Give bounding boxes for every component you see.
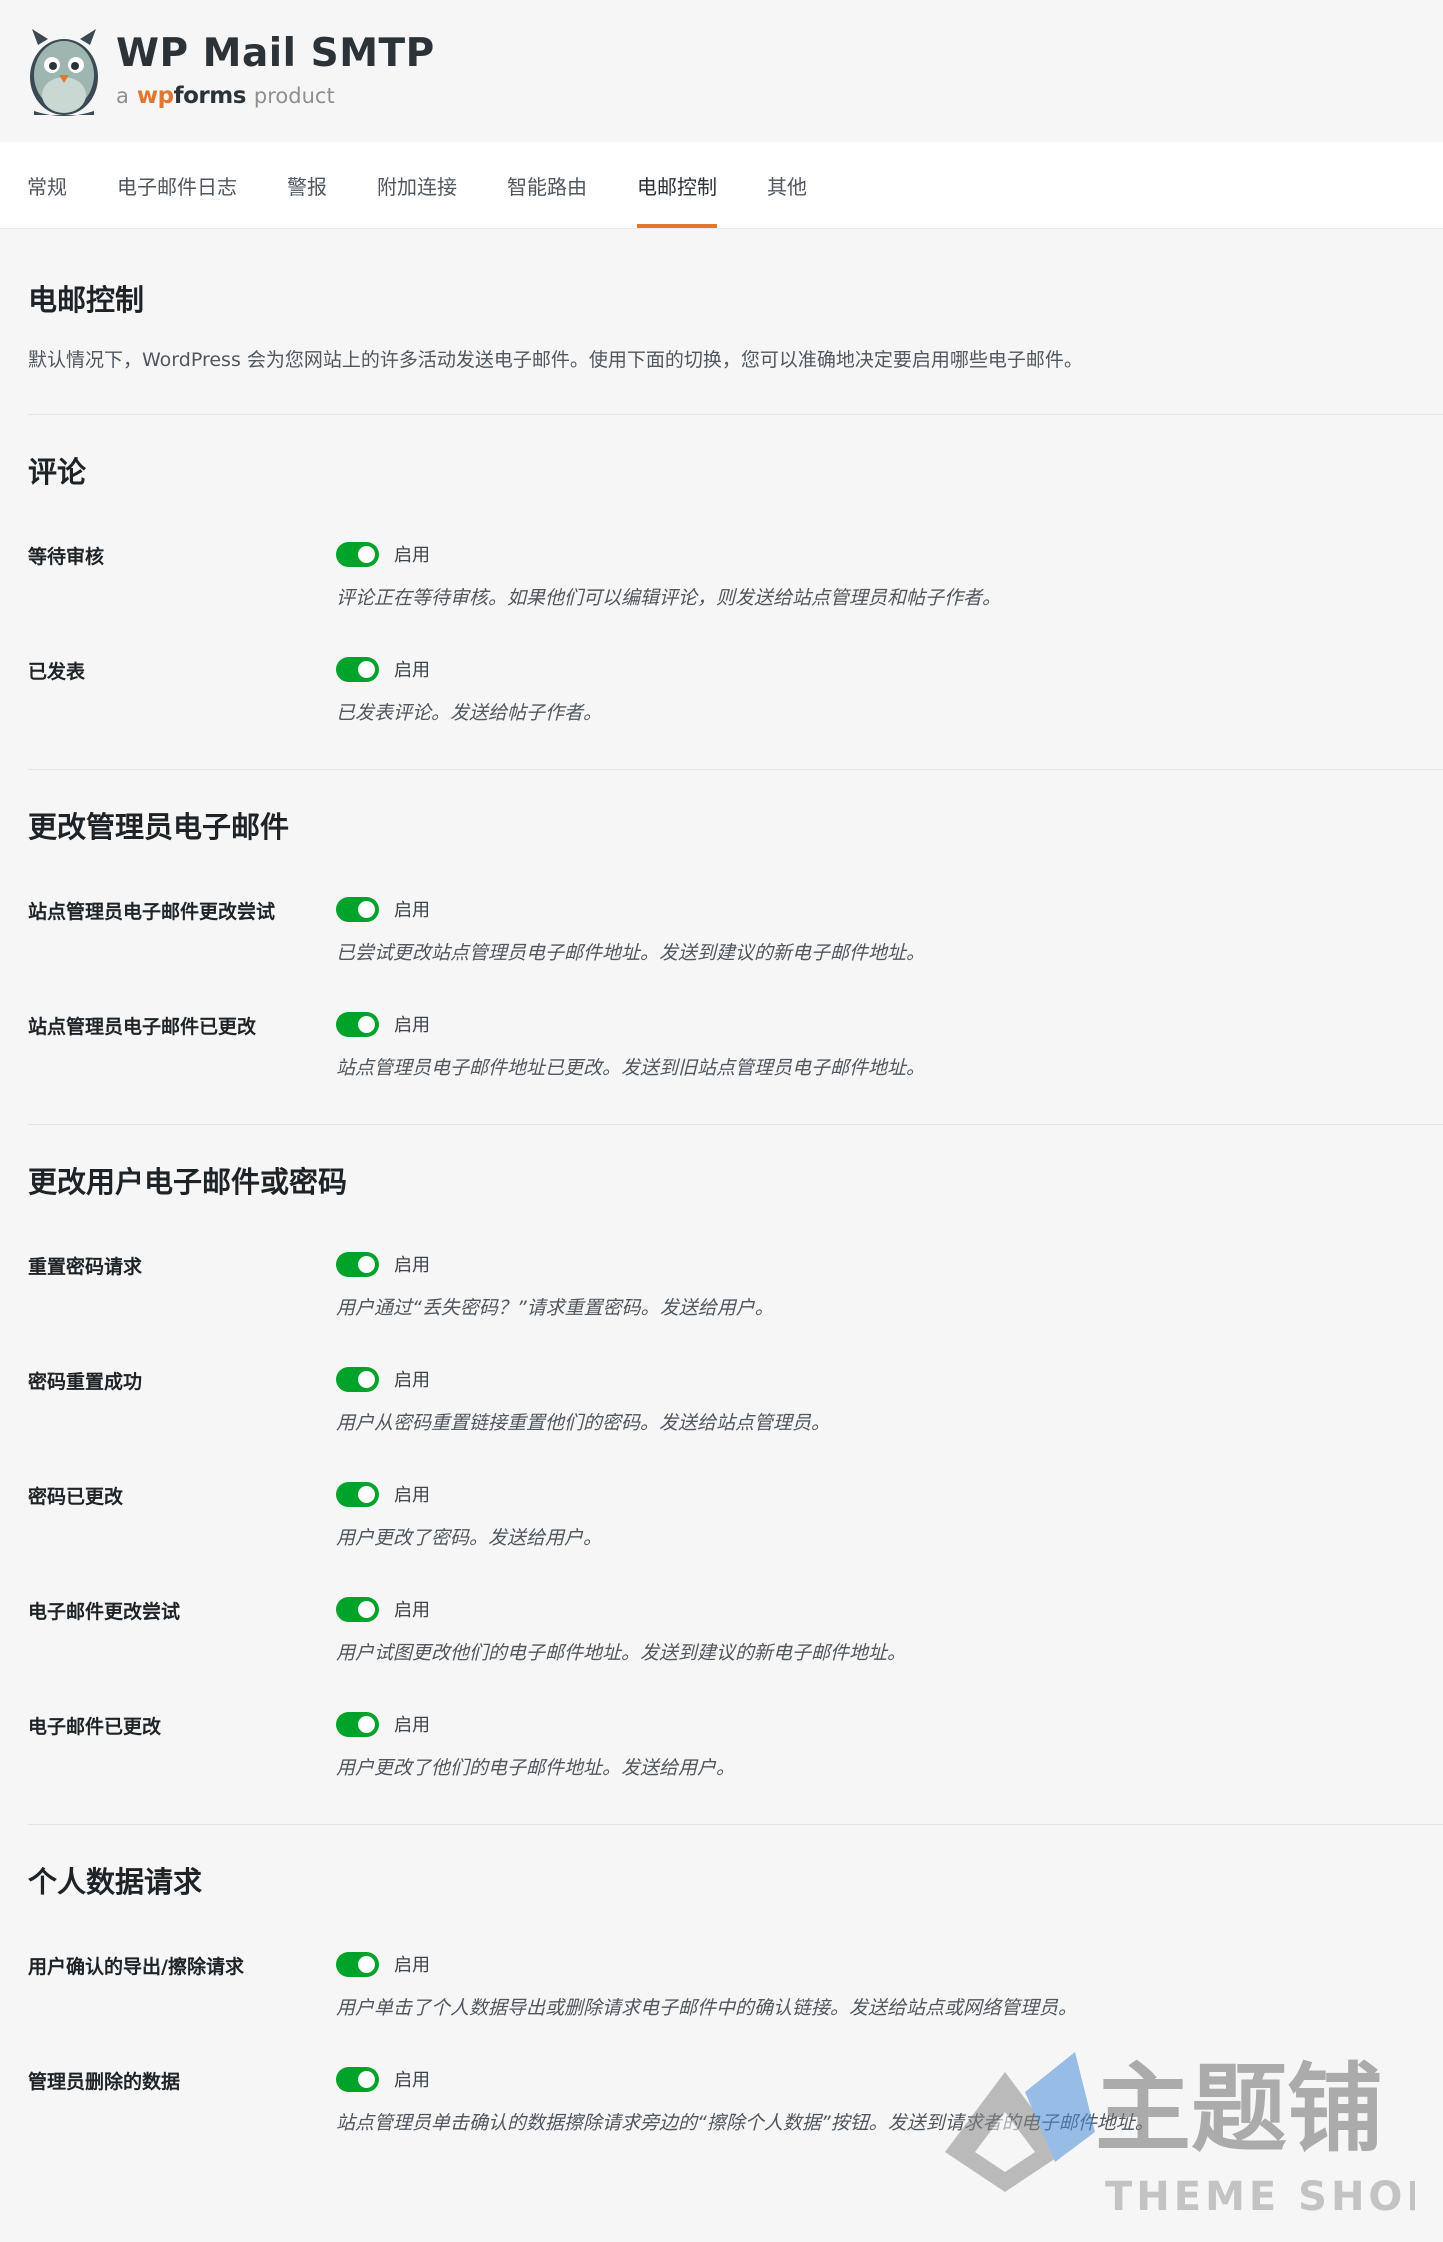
page-title: 电邮控制 xyxy=(28,283,145,317)
setting-row: 站点管理员电子邮件已更改 启用 站点管理员电子邮件地址已更改。发送到旧站点管理员… xyxy=(28,1011,1443,1080)
tab-email-controls[interactable]: 电邮控制 xyxy=(637,142,717,228)
tab-misc[interactable]: 其他 xyxy=(767,142,807,228)
enable-toggle[interactable] xyxy=(336,1951,379,1977)
section-title: 更改管理员电子邮件 xyxy=(28,810,290,844)
page-description: 默认情况下，WordPress 会为您网站上的许多活动发送电子邮件。使用下面的切… xyxy=(28,349,1083,371)
setting-description: 站点管理员电子邮件地址已更改。发送到旧站点管理员电子邮件地址。 xyxy=(336,1057,926,1079)
enable-toggle[interactable] xyxy=(336,896,379,922)
tab-email-log[interactable]: 电子邮件日志 xyxy=(117,142,237,228)
toggle-label: 启用 xyxy=(394,1015,430,1036)
section-title: 评论 xyxy=(28,455,87,489)
toggle-label: 启用 xyxy=(394,1715,430,1736)
tab-smart-routing[interactable]: 智能路由 xyxy=(507,142,587,228)
section-title: 个人数据请求 xyxy=(28,1865,203,1899)
toggle-label: 启用 xyxy=(394,1955,430,1976)
wpforms-wp: wp xyxy=(136,82,174,109)
main-content: 电邮控制 默认情况下，WordPress 会为您网站上的许多活动发送电子邮件。使… xyxy=(0,277,1443,2135)
setting-row: 站点管理员电子邮件更改尝试 启用 已尝试更改站点管理员电子邮件地址。发送到建议的… xyxy=(28,896,1443,965)
setting-label: 管理员删除的数据 xyxy=(28,2071,181,2093)
setting-row: 重置密码请求 启用 用户通过“丢失密码？”请求重置密码。发送给用户。 xyxy=(28,1251,1443,1320)
setting-label: 电子邮件已更改 xyxy=(28,1716,162,1738)
toggle-label: 启用 xyxy=(394,1255,430,1276)
tab-additional-connections[interactable]: 附加连接 xyxy=(377,142,457,228)
enable-toggle[interactable] xyxy=(336,2066,379,2092)
setting-description: 用户单击了个人数据导出或删除请求电子邮件中的确认链接。发送给站点或网络管理员。 xyxy=(336,1997,1078,2019)
watermark-en: THEME SHOP xyxy=(1105,2174,1415,2220)
setting-row: 密码重置成功 启用 用户从密码重置链接重置他们的密码。发送给站点管理员。 xyxy=(28,1366,1443,1435)
section-comments: 评论 等待审核 启用 评论正在等待审核。如果他们可以编辑评论，则发送给站点管理员… xyxy=(28,414,1443,725)
enable-toggle[interactable] xyxy=(336,1251,379,1277)
setting-description: 用户更改了密码。发送给用户。 xyxy=(336,1527,603,1549)
toggle-label: 启用 xyxy=(394,545,430,566)
setting-row: 已发表 启用 已发表评论。发送给帖子作者。 xyxy=(28,656,1443,725)
enable-toggle[interactable] xyxy=(336,1011,379,1037)
setting-label: 等待审核 xyxy=(28,546,105,568)
toggle-label: 启用 xyxy=(394,660,430,681)
enable-toggle[interactable] xyxy=(336,1481,379,1507)
enable-toggle[interactable] xyxy=(336,1596,379,1622)
setting-label: 站点管理员电子邮件更改尝试 xyxy=(28,901,276,923)
enable-toggle[interactable] xyxy=(336,656,379,682)
settings-tabs: 常规 电子邮件日志 警报 附加连接 智能路由 电邮控制 其他 xyxy=(0,142,1443,229)
setting-description: 站点管理员单击确认的数据擦除请求旁边的“擦除个人数据”按钮。发送到请求者的电子邮… xyxy=(336,2112,1154,2134)
enable-toggle[interactable] xyxy=(336,541,379,567)
setting-row: 电子邮件更改尝试 启用 用户试图更改他们的电子邮件地址。发送到建议的新电子邮件地… xyxy=(28,1596,1443,1665)
brand-sub-product: product xyxy=(253,83,335,108)
tab-general[interactable]: 常规 xyxy=(27,142,67,228)
setting-description: 用户更改了他们的电子邮件地址。发送给用户。 xyxy=(336,1757,736,1779)
setting-row: 管理员删除的数据 启用 站点管理员单击确认的数据擦除请求旁边的“擦除个人数据”按… xyxy=(28,2066,1443,2135)
setting-row: 电子邮件已更改 启用 用户更改了他们的电子邮件地址。发送给用户。 xyxy=(28,1711,1443,1780)
wp-mail-smtp-logo-icon xyxy=(26,25,102,117)
setting-label: 密码已更改 xyxy=(28,1486,124,1508)
wpforms-logo: wpforms xyxy=(136,82,247,109)
brand-subtitle: a wpforms product xyxy=(116,83,435,109)
setting-row: 用户确认的导出/擦除请求 启用 用户单击了个人数据导出或删除请求电子邮件中的确认… xyxy=(28,1951,1443,2020)
setting-description: 用户通过“丢失密码？”请求重置密码。发送给用户。 xyxy=(336,1297,774,1319)
setting-description: 已发表评论。发送给帖子作者。 xyxy=(336,702,603,724)
setting-row: 密码已更改 启用 用户更改了密码。发送给用户。 xyxy=(28,1481,1443,1550)
setting-label: 站点管理员电子邮件已更改 xyxy=(28,1016,257,1038)
app-header: WP Mail SMTP a wpforms product xyxy=(0,0,1443,142)
setting-label: 已发表 xyxy=(28,661,86,683)
setting-row: 等待审核 启用 评论正在等待审核。如果他们可以编辑评论，则发送给站点管理员和帖子… xyxy=(28,541,1443,610)
section-admin-email-change: 更改管理员电子邮件 站点管理员电子邮件更改尝试 启用 已尝试更改站点管理员电子邮… xyxy=(28,769,1443,1080)
setting-description: 用户从密码重置链接重置他们的密码。发送给站点管理员。 xyxy=(336,1412,831,1434)
setting-label: 电子邮件更改尝试 xyxy=(28,1601,181,1623)
app-title: WP Mail SMTP xyxy=(116,30,435,76)
enable-toggle[interactable] xyxy=(336,1366,379,1392)
brand-sub-a: a xyxy=(116,83,129,108)
section-user-email-password: 更改用户电子邮件或密码 重置密码请求 启用 用户通过“丢失密码？”请求重置密码。… xyxy=(28,1124,1443,1780)
toggle-label: 启用 xyxy=(394,2070,430,2091)
enable-toggle[interactable] xyxy=(336,1711,379,1737)
toggle-label: 启用 xyxy=(394,1600,430,1621)
toggle-label: 启用 xyxy=(394,1485,430,1506)
setting-description: 评论正在等待审核。如果他们可以编辑评论，则发送给站点管理员和帖子作者。 xyxy=(336,587,1002,609)
toggle-label: 启用 xyxy=(394,1370,430,1391)
wpforms-forms: forms xyxy=(173,82,247,109)
brand-block: WP Mail SMTP a wpforms product xyxy=(116,34,435,109)
setting-label: 重置密码请求 xyxy=(28,1256,143,1278)
section-title: 更改用户电子邮件或密码 xyxy=(28,1165,348,1199)
setting-description: 用户试图更改他们的电子邮件地址。发送到建议的新电子邮件地址。 xyxy=(336,1642,907,1664)
toggle-label: 启用 xyxy=(394,900,430,921)
setting-label: 密码重置成功 xyxy=(28,1371,143,1393)
section-personal-data: 个人数据请求 用户确认的导出/擦除请求 启用 用户单击了个人数据导出或删除请求电… xyxy=(28,1824,1443,2135)
tab-alerts[interactable]: 警报 xyxy=(287,142,327,228)
setting-description: 已尝试更改站点管理员电子邮件地址。发送到建议的新电子邮件地址。 xyxy=(336,942,926,964)
setting-label: 用户确认的导出/擦除请求 xyxy=(28,1956,244,1978)
